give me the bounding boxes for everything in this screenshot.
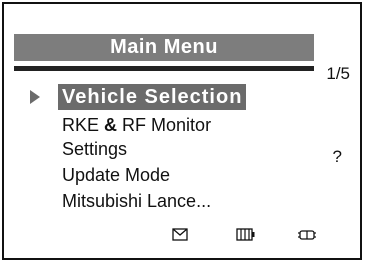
menu-item-rke-rf-monitor[interactable]: RKE & RF Monitor bbox=[62, 112, 211, 138]
menu-item-label: RKE bbox=[62, 115, 100, 135]
selection-arrow-icon bbox=[30, 90, 40, 104]
menu-item-label: Settings bbox=[62, 139, 128, 159]
menu-item-label: Update Mode bbox=[62, 165, 171, 185]
menu-item-vehicle-selection[interactable]: Vehicle Selection bbox=[58, 84, 247, 110]
menu-item-label: & bbox=[104, 115, 118, 135]
menu-item-label: RF Monitor bbox=[122, 115, 212, 135]
status-bar bbox=[4, 228, 364, 248]
menu-item-update-mode[interactable]: Update Mode bbox=[62, 162, 170, 188]
menu-item-label: Vehicle Selection bbox=[62, 86, 243, 108]
divider-line bbox=[14, 66, 314, 71]
menu-item-label: Mitsubishi Lance... bbox=[62, 191, 212, 211]
battery-icon bbox=[236, 228, 255, 241]
page-title: Main Menu bbox=[14, 34, 314, 61]
menu-item-vehicle-name[interactable]: Mitsubishi Lance... bbox=[62, 188, 211, 214]
device-screen: Main Menu 1/5 Vehicle Selection RKE & RF… bbox=[2, 2, 362, 260]
envelope-icon bbox=[172, 228, 188, 241]
menu-item-settings[interactable]: Settings bbox=[62, 136, 127, 162]
page-indicator: 1/5 bbox=[326, 64, 350, 83]
vehicle-icon bbox=[298, 230, 316, 240]
help-mark: ? bbox=[332, 147, 342, 166]
